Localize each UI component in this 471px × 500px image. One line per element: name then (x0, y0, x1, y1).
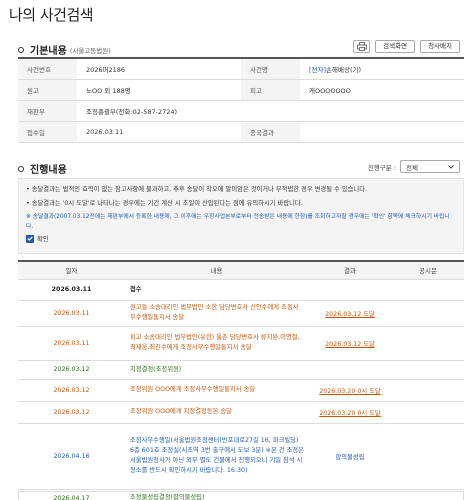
final-result-label: 종국결과 (241, 121, 300, 143)
row-result (308, 279, 392, 301)
case-name-label: 사건명 (241, 58, 300, 80)
circle-bullet-icon (18, 46, 24, 53)
chevron-down-icon (448, 164, 454, 169)
row-result: 합의불성립 (308, 423, 392, 490)
progress-filter: 진행구분 : 전체 (368, 160, 460, 173)
row-notice (392, 423, 464, 490)
delivery-result-link[interactable]: 2026.03.12 도달 (325, 341, 375, 348)
case-info-row: 접수일 2026.03.11 종국결과 (18, 121, 464, 143)
progress-filter-label: 진행구분 : (367, 163, 396, 172)
row-notice (392, 300, 464, 327)
row-result: 2026.03.20 0시 도달 (308, 379, 392, 402)
court-name: (서울고등법원) (69, 46, 111, 55)
confirm-check[interactable]: 확인 (26, 234, 456, 243)
page-title: 나의 사건검색 (9, 6, 94, 24)
next-section-box (18, 491, 464, 500)
table-row: 2026.03.11 원고들 소송대리인 법무법인 소한 담당변호사 신인수에게… (18, 300, 464, 327)
delivery-result-link[interactable]: 2026.03.20 0시 도달 (319, 388, 380, 395)
column-header-result: 결과 (308, 261, 392, 280)
case-info-row: 재판부 조정총괄부(전화:02-587-2724) (18, 100, 464, 122)
confirm-label: 확인 (37, 236, 49, 243)
case-name-text: 손해배상(기) (326, 65, 362, 74)
plaintiff-label: 원고 (18, 79, 77, 101)
table-row: 2026.03.12 조정위원 OOO에게 지정결정등본 송달 2026.03.… (18, 401, 464, 424)
progress-table-header: 일자 내용 결과 공시문 (18, 261, 464, 280)
row-date: 2026.03.11 (18, 326, 125, 361)
printer-icon (356, 42, 367, 51)
row-date: 2026.03.12 (18, 379, 125, 402)
row-date: 2026.03.11 (18, 300, 125, 327)
progress-table: 일자 내용 결과 공시문 2026.03.11 접수 2026.03.11 원고… (18, 260, 464, 500)
notice-line: • 송달결과는 '0시 도달'로 나타나는 경우에는 기간 계산 시 초일이 산… (26, 200, 303, 207)
row-date: 2026.03.11 (18, 279, 125, 301)
delivery-result-link[interactable]: 2026.03.12 도달 (325, 311, 375, 318)
progress-section-title: 진행내용 (30, 165, 67, 176)
notice-box: • 송달결과는 법적인 효력이 없는 참고사항에 불과하고, 추후 송달이 착오… (18, 178, 464, 254)
column-header-content: 내용 (125, 261, 308, 280)
progress-section-header: 진행내용 (18, 161, 67, 176)
basic-section-title: 기본내용 (30, 46, 67, 57)
defendant-label: 피고 (241, 79, 300, 101)
final-result-value (300, 121, 464, 143)
row-content: 접수 (125, 279, 308, 301)
row-notice (392, 401, 464, 424)
division-value: 조정총괄부(전화:02-587-2724) (77, 100, 464, 122)
row-content: 조정사무수행일(서울법원조정센터(반포대로27길 16, 파크빌딩) 6층 60… (125, 423, 308, 490)
row-content: 원고들 소송대리인 법무법인 소한 담당변호사 신인수에게 조정사무수행일통지서… (125, 300, 308, 327)
print-button[interactable] (353, 40, 371, 53)
electronic-tag: [전자] (309, 65, 327, 74)
plaintiff-value: 노OO 외 188명 (77, 79, 241, 101)
row-date: 2026.03.12 (18, 360, 125, 380)
case-info-row: 원고 노OO 외 188명 피고 케OOOOOOO (18, 79, 464, 101)
defendant-value: 케OOOOOOO (300, 79, 464, 101)
row-result: 2026.03.20 0시 도달 (308, 401, 392, 424)
row-notice (392, 379, 464, 402)
basic-section-header: 기본내용 (서울고등법원) (18, 42, 111, 57)
case-name-value: [전자]손해배상(기) (300, 58, 464, 80)
row-content: 피고 소송대리인 법무법인(유한) 율촌 담당변호사 류지완,이명철,최재웅,최… (125, 326, 308, 361)
column-header-date: 일자 (18, 261, 125, 280)
row-result: 2026.03.12 도달 (308, 326, 392, 361)
confirm-checkbox[interactable] (26, 234, 34, 243)
table-row: 2026.03.12 지정결정(조정위원) (18, 360, 464, 380)
received-date-label: 접수일 (18, 121, 77, 143)
progress-filter-value: 전체 (406, 163, 418, 172)
row-notice (392, 279, 464, 301)
row-result: 2026.03.12 도달 (308, 300, 392, 327)
table-row: 2026.03.11 접수 (18, 279, 464, 301)
column-header-notice: 공시문 (392, 261, 464, 280)
notice-note: ※ 송달결과(2007.03.12전에는 재판부에서 등록한 내용에, 그 이후… (26, 214, 450, 230)
table-row: 2026.04.16 조정사무수행일(서울법원조정센터(반포대로27길 16, … (18, 423, 464, 490)
row-date: 2026.03.12 (18, 401, 125, 424)
search-screen-button[interactable]: 검색화면 (375, 40, 416, 53)
row-notice (392, 326, 464, 361)
division-label: 재판부 (18, 100, 77, 122)
top-toolbar: 검색화면 청사배치 (353, 40, 460, 53)
delivery-result-link[interactable]: 2026.03.20 0시 도달 (319, 410, 380, 417)
table-row: 2026.03.12 조정위원 OOO에게 조정사무수행일통지서 송달 2026… (18, 379, 464, 402)
table-row: 2026.03.11 피고 소송대리인 법무법인(유한) 율촌 담당변호사 류지… (18, 326, 464, 361)
case-number-value: 2026머2186 (77, 58, 241, 80)
row-notice (392, 360, 464, 380)
case-info-row: 사건번호 2026머2186 사건명 [전자]손해배상(기) (18, 58, 464, 80)
case-number-label: 사건번호 (18, 58, 77, 80)
circle-bullet-icon (18, 165, 24, 172)
received-date-value: 2026.03.11 (77, 121, 241, 143)
progress-filter-select[interactable]: 전체 (400, 160, 460, 173)
row-date: 2026.04.16 (18, 423, 125, 490)
row-content: 조정위원 OOO에게 지정결정등본 송달 (125, 401, 308, 424)
checkmark-icon (27, 236, 33, 241)
row-content: 조정위원 OOO에게 조정사무수행일통지서 송달 (125, 379, 308, 402)
notice-line: • 송달결과는 법적인 효력이 없는 참고사항에 불과하고, 추후 송달이 착오… (26, 186, 367, 193)
court-layout-button[interactable]: 청사배치 (420, 40, 460, 53)
row-result (308, 360, 392, 380)
row-content: 지정결정(조정위원) (125, 360, 308, 380)
case-info-table: 사건번호 2026머2186 사건명 [전자]손해배상(기) 원고 노OO 외 … (18, 57, 464, 143)
